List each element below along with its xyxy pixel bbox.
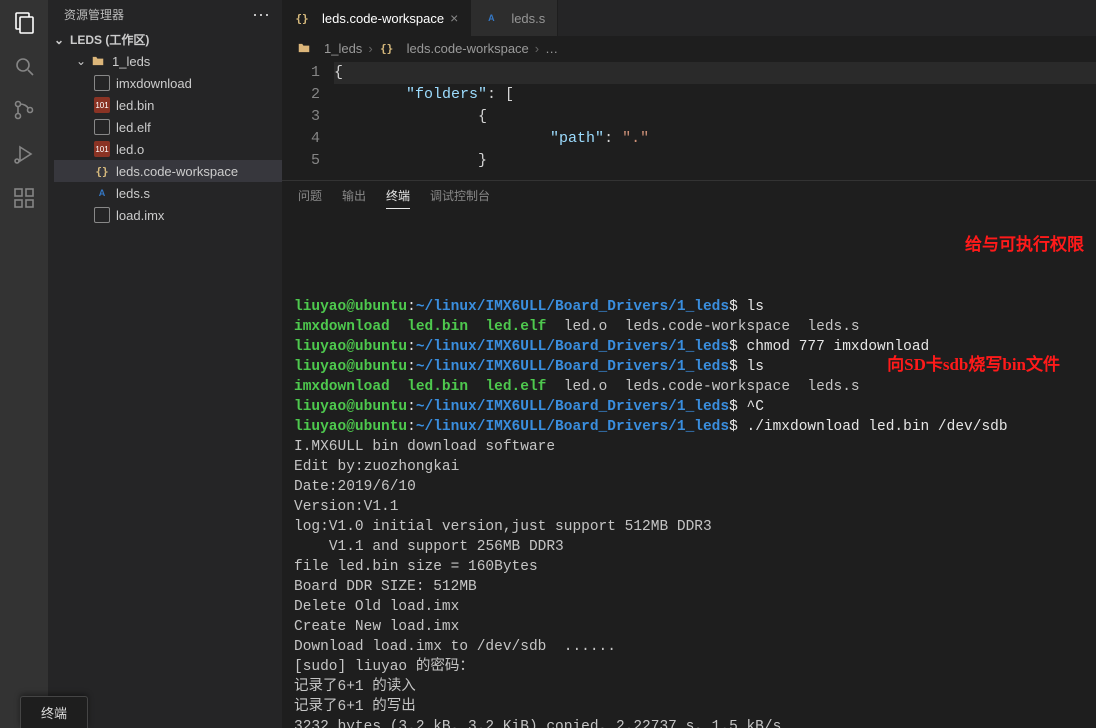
breadcrumb[interactable]: 1_leds › {} leds.code-workspace › …: [282, 36, 1096, 60]
sidebar: 资源管理器 ⋯ ⌄ LEDS (工作区) ⌄ 1_leds imxdownloa…: [48, 0, 282, 728]
file-row[interactable]: led.elf: [54, 116, 282, 138]
file-label: led.o: [116, 142, 144, 157]
json-icon: {}: [94, 163, 110, 179]
code-editor[interactable]: 12345 { "folders": [ { "path": "." }: [282, 60, 1096, 180]
code-content[interactable]: { "folders": [ { "path": "." }: [334, 60, 1096, 180]
close-icon[interactable]: ×: [450, 10, 458, 26]
tab-label: leds.code-workspace: [322, 11, 444, 26]
terminal[interactable]: 给与可执行权限 向SD卡sdb烧写bin文件 liuyao@ubuntu:~/l…: [282, 213, 1096, 728]
folder-icon: [90, 53, 106, 69]
bottom-panel: 问题 输出 终端 调试控制台 给与可执行权限 向SD卡sdb烧写bin文件 li…: [282, 180, 1096, 728]
extensions-icon[interactable]: [10, 184, 38, 212]
file-label: load.imx: [116, 208, 164, 223]
json-icon: {}: [379, 40, 395, 56]
sidebar-more-icon[interactable]: ⋯: [252, 10, 270, 20]
tab-bar: {} leds.code-workspace × Aleds.s: [282, 0, 1096, 36]
breadcrumb-file: leds.code-workspace: [407, 41, 529, 56]
binary-icon: 101: [94, 97, 110, 113]
bottom-terminal-tab[interactable]: 终端: [20, 696, 88, 728]
editor-area: {} leds.code-workspace × Aleds.s 1_leds › {…: [282, 0, 1096, 728]
source-control-icon[interactable]: [10, 96, 38, 124]
search-icon[interactable]: [10, 52, 38, 80]
tab-terminal[interactable]: 终端: [386, 187, 410, 209]
file-label: leds.s: [116, 186, 150, 201]
json-icon: {}: [294, 10, 310, 26]
file-row[interactable]: 101 led.o: [54, 138, 282, 160]
file-icon: [94, 207, 110, 223]
breadcrumb-tail: …: [545, 41, 558, 56]
file-row[interactable]: imxdownload: [54, 72, 282, 94]
chevron-right-icon: ›: [535, 41, 539, 56]
binary-icon: 101: [94, 141, 110, 157]
file-label: leds.code-workspace: [116, 164, 238, 179]
chevron-down-icon: ⌄: [52, 33, 66, 47]
editor-tab[interactable]: {} leds.code-workspace ×: [282, 0, 471, 36]
file-row[interactable]: load.imx: [54, 204, 282, 226]
tab-debug-console[interactable]: 调试控制台: [430, 187, 490, 209]
editor-tab[interactable]: Aleds.s: [471, 0, 558, 36]
file-icon: [94, 119, 110, 135]
folder-label: 1_leds: [112, 54, 150, 69]
folder-row[interactable]: ⌄ 1_leds: [54, 50, 282, 72]
annotation-permission: 给与可执行权限: [965, 235, 1084, 255]
asm-icon: A: [94, 185, 110, 201]
file-label: imxdownload: [116, 76, 192, 91]
chevron-right-icon: ›: [368, 41, 372, 56]
run-debug-icon[interactable]: [10, 140, 38, 168]
workspace-section[interactable]: ⌄ LEDS (工作区): [48, 29, 282, 50]
file-tree: ⌄ 1_leds imxdownload 101 led.bin led.elf 101…: [48, 50, 282, 226]
chevron-down-icon: ⌄: [76, 54, 88, 68]
explorer-icon[interactable]: [10, 8, 38, 36]
breadcrumb-folder: 1_leds: [324, 41, 362, 56]
file-label: led.bin: [116, 98, 154, 113]
file-label: led.elf: [116, 120, 151, 135]
tab-label: leds.s: [511, 11, 545, 26]
tab-problems[interactable]: 问题: [298, 187, 322, 209]
file-row[interactable]: {} leds.code-workspace: [54, 160, 282, 182]
workspace-title: LEDS (工作区): [70, 31, 149, 48]
panel-tabs: 问题 输出 终端 调试控制台: [282, 181, 1096, 213]
file-row[interactable]: 101 led.bin: [54, 94, 282, 116]
tab-output[interactable]: 输出: [342, 187, 366, 209]
activity-bar: [0, 0, 48, 728]
sidebar-title: 资源管理器: [64, 6, 124, 23]
asm-icon: A: [483, 10, 499, 26]
line-gutter: 12345: [282, 60, 334, 180]
file-row[interactable]: Aleds.s: [54, 182, 282, 204]
folder-icon: [296, 40, 312, 56]
file-icon: [94, 75, 110, 91]
